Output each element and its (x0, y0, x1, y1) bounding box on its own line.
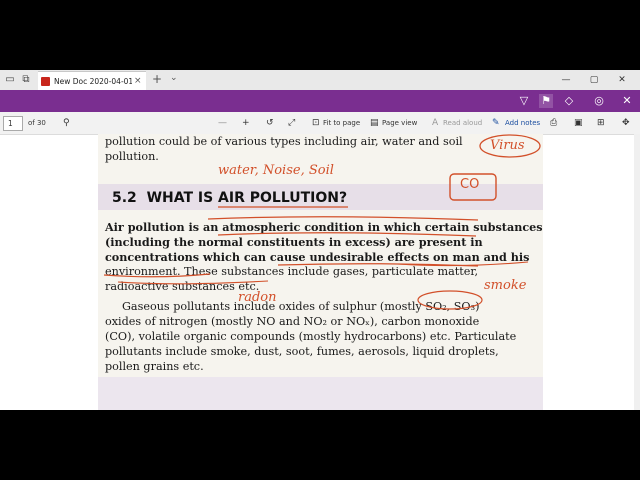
save-icon[interactable]: ▣ (574, 116, 583, 130)
touch-writing-icon[interactable]: ◎ (592, 94, 606, 108)
pdf-toolbar: 1 of 30 ⚲ — + ↺ ⤢ ⊡ Fit to page ▤ Page v… (0, 112, 640, 135)
rotate-icon[interactable]: ↺ (266, 116, 274, 130)
fit-to-page-button[interactable]: Fit to page (323, 116, 360, 130)
add-notes-icon[interactable]: ✎ (492, 116, 500, 130)
ink-strokes (103, 134, 541, 310)
ink-box (449, 173, 497, 201)
fit-to-page-icon[interactable]: ⊡ (312, 116, 320, 130)
minimize-button[interactable]: — (556, 72, 576, 88)
tab-document[interactable]: New Doc 2020-04-01 1t × (38, 71, 146, 91)
ink-underline (207, 216, 479, 221)
new-tab-button[interactable]: + (152, 72, 162, 86)
tab-actions-icon[interactable]: ▭ (4, 74, 16, 86)
pdf-viewer-window: ▭ ⧉ New Doc 2020-04-01 1t × + ⌄ — ▢ ✕ ▽ … (0, 70, 640, 410)
ink-oval (479, 134, 541, 158)
close-window-button[interactable]: ✕ (612, 72, 632, 88)
pin-icon[interactable]: ✥ (622, 116, 630, 130)
page-view-icon[interactable]: ▤ (370, 116, 379, 130)
page-number-input[interactable]: 1 (3, 116, 23, 131)
close-icon[interactable]: ✕ (620, 94, 634, 108)
title-bar: ▭ ⧉ New Doc 2020-04-01 1t × + ⌄ — ▢ ✕ (0, 70, 640, 91)
eraser-icon[interactable]: ◇ (562, 94, 576, 108)
black-letterbox-top (0, 0, 640, 70)
maximize-button[interactable]: ▢ (584, 72, 604, 88)
ink-underline (103, 273, 211, 278)
close-tab-button[interactable]: × (134, 72, 142, 91)
tab-menu-button[interactable]: ⌄ (170, 73, 178, 83)
add-notes-button[interactable]: Add notes (505, 116, 540, 130)
page-total: of 30 (28, 119, 46, 127)
tab-preview-icon[interactable]: ⧉ (20, 74, 32, 86)
highlighter-icon[interactable]: ⚑ (539, 94, 553, 108)
save-as-icon[interactable]: ⊞ (597, 116, 605, 130)
page-view-button[interactable]: Page view (382, 116, 417, 130)
read-aloud-button[interactable]: Read aloud (443, 116, 482, 130)
vertical-scrollbar[interactable] (634, 134, 640, 410)
print-icon[interactable]: ⎙ (550, 116, 557, 130)
search-icon[interactable]: ⚲ (63, 116, 70, 130)
zoom-out-icon[interactable]: — (218, 116, 227, 130)
fullscreen-icon[interactable]: ⤢ (288, 116, 295, 130)
ink-underline (117, 280, 269, 285)
zoom-in-icon[interactable]: + (242, 116, 250, 130)
ink-oval (417, 290, 483, 310)
ink-underline (217, 232, 477, 237)
read-aloud-icon[interactable]: A (432, 116, 438, 130)
pdf-icon (41, 77, 50, 86)
ink-toolbar: ▽ ⚑ ◇ ◎ ✕ (0, 90, 640, 112)
pen-icon[interactable]: ▽ (517, 94, 531, 108)
tab-title: New Doc 2020-04-01 1t (54, 77, 132, 86)
